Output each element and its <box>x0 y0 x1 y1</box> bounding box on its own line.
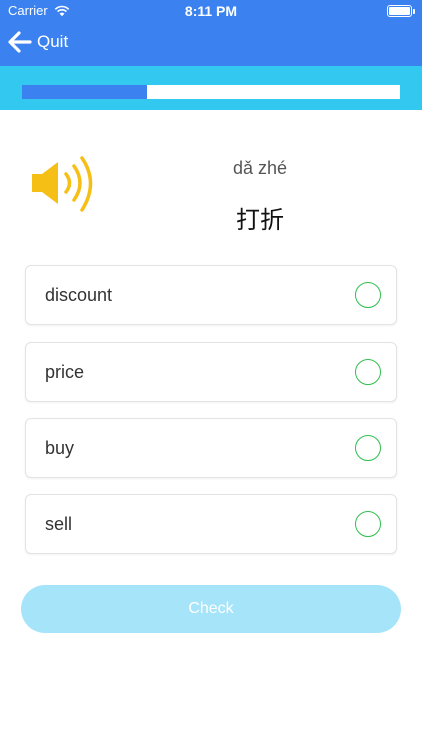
option-label: buy <box>45 437 75 458</box>
option-sell[interactable]: sell <box>25 494 397 554</box>
speaker-icon[interactable] <box>28 154 100 214</box>
option-buy[interactable]: buy <box>25 418 397 478</box>
quit-button[interactable]: Quit <box>8 31 68 53</box>
check-button[interactable]: Check <box>21 585 401 633</box>
progress-band <box>0 66 422 110</box>
option-label: price <box>45 361 85 382</box>
radio-circle-icon[interactable] <box>355 359 381 385</box>
quit-label: Quit <box>37 32 69 51</box>
status-time: 8:11 PM <box>184 3 238 19</box>
app-header: Carrier 8:11 PM Quit <box>0 0 422 66</box>
progress-track <box>22 85 400 99</box>
option-discount[interactable]: discount <box>25 265 397 325</box>
option-label: sell <box>45 513 73 534</box>
option-label: discount <box>45 284 113 305</box>
battery-icon <box>387 5 415 17</box>
option-price[interactable]: price <box>25 342 397 402</box>
pinyin-text: dǎ zhé <box>232 158 288 178</box>
radio-circle-icon[interactable] <box>355 511 381 537</box>
hanzi-text: 打折 <box>236 206 284 234</box>
radio-circle-icon[interactable] <box>355 282 381 308</box>
progress-fill <box>22 85 147 99</box>
radio-circle-icon[interactable] <box>355 435 381 461</box>
status-bar: Carrier 8:11 PM <box>0 0 422 22</box>
arrow-left-icon <box>8 31 32 53</box>
